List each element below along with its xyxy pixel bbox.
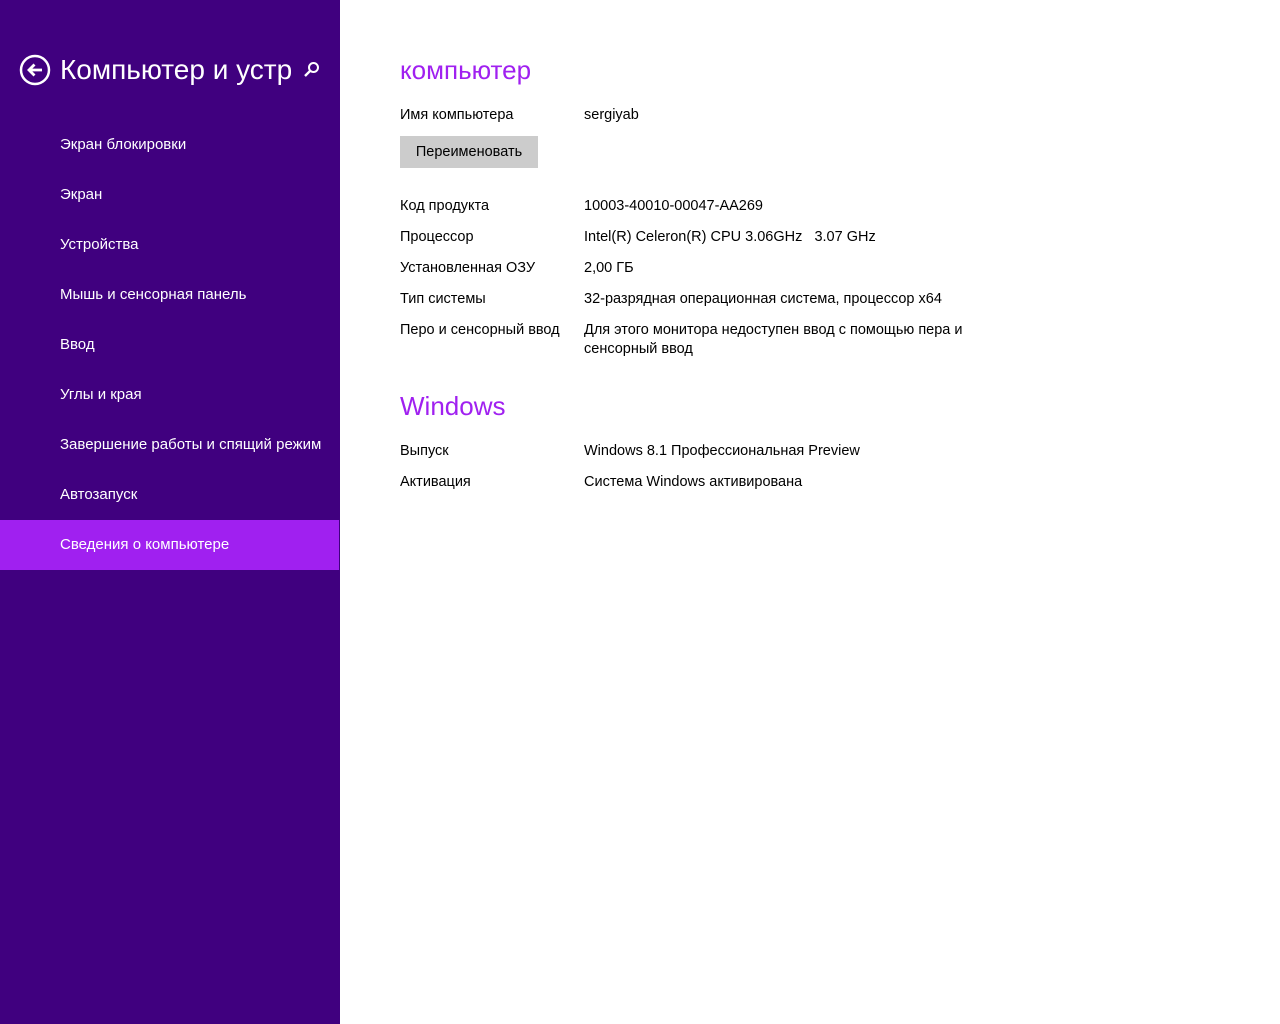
ram-value: 2,00 ГБ	[584, 260, 634, 276]
sidebar-item-typing[interactable]: Ввод	[0, 320, 340, 370]
pen-touch-value: Для этого монитора недоступен ввод с пом…	[584, 322, 967, 357]
processor-label: Процессор	[400, 229, 474, 245]
sidebar-item-devices[interactable]: Устройства	[0, 220, 340, 270]
system-type-value: 32-разрядная операционная система, проце…	[584, 291, 942, 307]
windows-section-heading: Windows	[400, 391, 506, 421]
sidebar-item-power-sleep[interactable]: Завершение работы и спящий режим	[0, 420, 340, 470]
pc-settings-window: Компьютер и устр... Экран блокировки Экр…	[0, 0, 1280, 1024]
sidebar: Компьютер и устр... Экран блокировки Экр…	[0, 0, 340, 1024]
sidebar-item-display[interactable]: Экран	[0, 170, 340, 220]
system-type-label: Тип системы	[400, 291, 486, 307]
sidebar-item-mouse-touchpad[interactable]: Мышь и сенсорная панель	[0, 270, 340, 320]
sidebar-item-autoplay[interactable]: Автозапуск	[0, 470, 340, 520]
activation-label: Активация	[400, 474, 471, 490]
ram-label: Установленная ОЗУ	[400, 260, 536, 276]
processor-value: Intel(R) Celeron(R) CPU 3.06GHz 3.07 GHz	[584, 229, 876, 245]
main-content: компьютер Имя компьютера sergiyab Переим…	[400, 0, 1260, 1024]
computer-name-label: Имя компьютера	[400, 107, 514, 123]
activation-value: Система Windows активирована	[584, 474, 803, 490]
sidebar-item-lock-screen[interactable]: Экран блокировки	[0, 120, 340, 170]
sidebar-item-pc-info[interactable]: Сведения о компьютере	[0, 520, 339, 570]
rename-button[interactable]: Переименовать	[400, 136, 538, 168]
search-icon[interactable]	[300, 58, 324, 82]
computer-name-value: sergiyab	[584, 107, 639, 123]
page-title: Компьютер и устр...	[60, 54, 292, 85]
pen-touch-label: Перо и сенсорный ввод	[400, 322, 560, 338]
computer-section-heading: компьютер	[400, 55, 532, 85]
product-id-value: 10003-40010-00047-AA269	[584, 198, 763, 214]
sidebar-header: Компьютер и устр...	[0, 44, 340, 96]
edition-value: Windows 8.1 Профессиональная Preview	[584, 443, 860, 459]
product-id-label: Код продукта	[400, 198, 490, 214]
sidebar-nav: Экран блокировки Экран Устройства Мышь и…	[0, 120, 340, 570]
back-arrow-circle-icon[interactable]	[19, 54, 51, 86]
sidebar-item-corners-edges[interactable]: Углы и края	[0, 370, 340, 420]
edition-label: Выпуск	[400, 443, 449, 459]
